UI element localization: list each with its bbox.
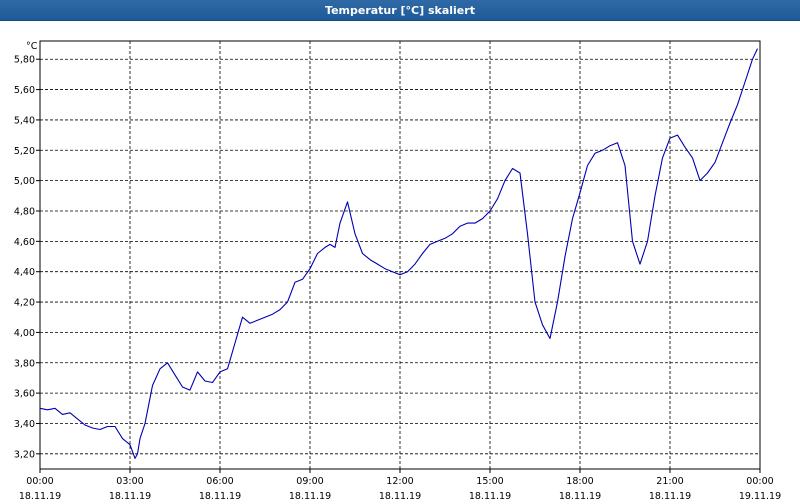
x-tick-time-label: 15:00 bbox=[476, 476, 503, 487]
x-tick-date-label: 19.11.19 bbox=[739, 491, 781, 500]
x-tick-time-label: 00:00 bbox=[746, 476, 773, 487]
y-tick-label: 5,60 bbox=[14, 85, 35, 96]
y-tick-label: 3,80 bbox=[14, 358, 35, 369]
y-axis-unit-label: °C bbox=[26, 41, 38, 52]
x-tick-time-label: 21:00 bbox=[656, 476, 683, 487]
x-tick-date-label: 18.11.19 bbox=[559, 491, 601, 500]
y-tick-label: 4,80 bbox=[14, 206, 35, 217]
x-tick-time-label: 00:00 bbox=[26, 476, 53, 487]
x-tick-time-label: 18:00 bbox=[566, 476, 593, 487]
x-tick-date-label: 18.11.19 bbox=[289, 491, 331, 500]
y-tick-label: 4,60 bbox=[14, 237, 35, 248]
x-tick-time-label: 12:00 bbox=[386, 476, 413, 487]
y-tick-label: 5,20 bbox=[14, 146, 35, 157]
x-axis-ticks: 00:00 18.11.19 03:00 18.11.19 06:00 18.11.19 0… bbox=[19, 469, 781, 500]
y-tick-label: 5,00 bbox=[14, 176, 35, 187]
chart-area: °C 3,20 3,40 3,60 3,80 4,00 4,20 4,40 4,60 4,80 5… bbox=[0, 21, 800, 500]
temperature-line-chart: °C 3,20 3,40 3,60 3,80 4,00 4,20 4,40 4,60 4,80 5… bbox=[0, 21, 800, 500]
x-tick-time-label: 03:00 bbox=[116, 476, 143, 487]
window-title: Temperatur [°C] skaliert bbox=[325, 4, 475, 17]
y-tick-label: 3,40 bbox=[14, 419, 35, 430]
x-tick-date-label: 18.11.19 bbox=[109, 491, 151, 500]
y-tick-label: 3,20 bbox=[14, 449, 35, 460]
y-axis-ticks: 3,20 3,40 3,60 3,80 4,00 4,20 4,40 4,60 4,80 5,00… bbox=[14, 55, 40, 461]
y-tick-label: 5,40 bbox=[14, 115, 35, 126]
y-tick-label: 5,80 bbox=[14, 55, 35, 66]
window-titlebar: Temperatur [°C] skaliert bbox=[0, 0, 800, 21]
x-tick-date-label: 18.11.19 bbox=[19, 491, 61, 500]
y-tick-label: 4,00 bbox=[14, 328, 35, 339]
y-tick-label: 4,20 bbox=[14, 298, 35, 309]
x-tick-date-label: 18.11.19 bbox=[649, 491, 691, 500]
x-tick-time-label: 06:00 bbox=[206, 476, 233, 487]
x-tick-date-label: 18.11.19 bbox=[199, 491, 241, 500]
y-tick-label: 4,40 bbox=[14, 267, 35, 278]
x-tick-date-label: 18.11.19 bbox=[379, 491, 421, 500]
x-tick-time-label: 09:00 bbox=[296, 476, 323, 487]
plot-frame bbox=[40, 41, 760, 469]
x-tick-date-label: 18.11.19 bbox=[469, 491, 511, 500]
y-tick-label: 3,60 bbox=[14, 389, 35, 400]
